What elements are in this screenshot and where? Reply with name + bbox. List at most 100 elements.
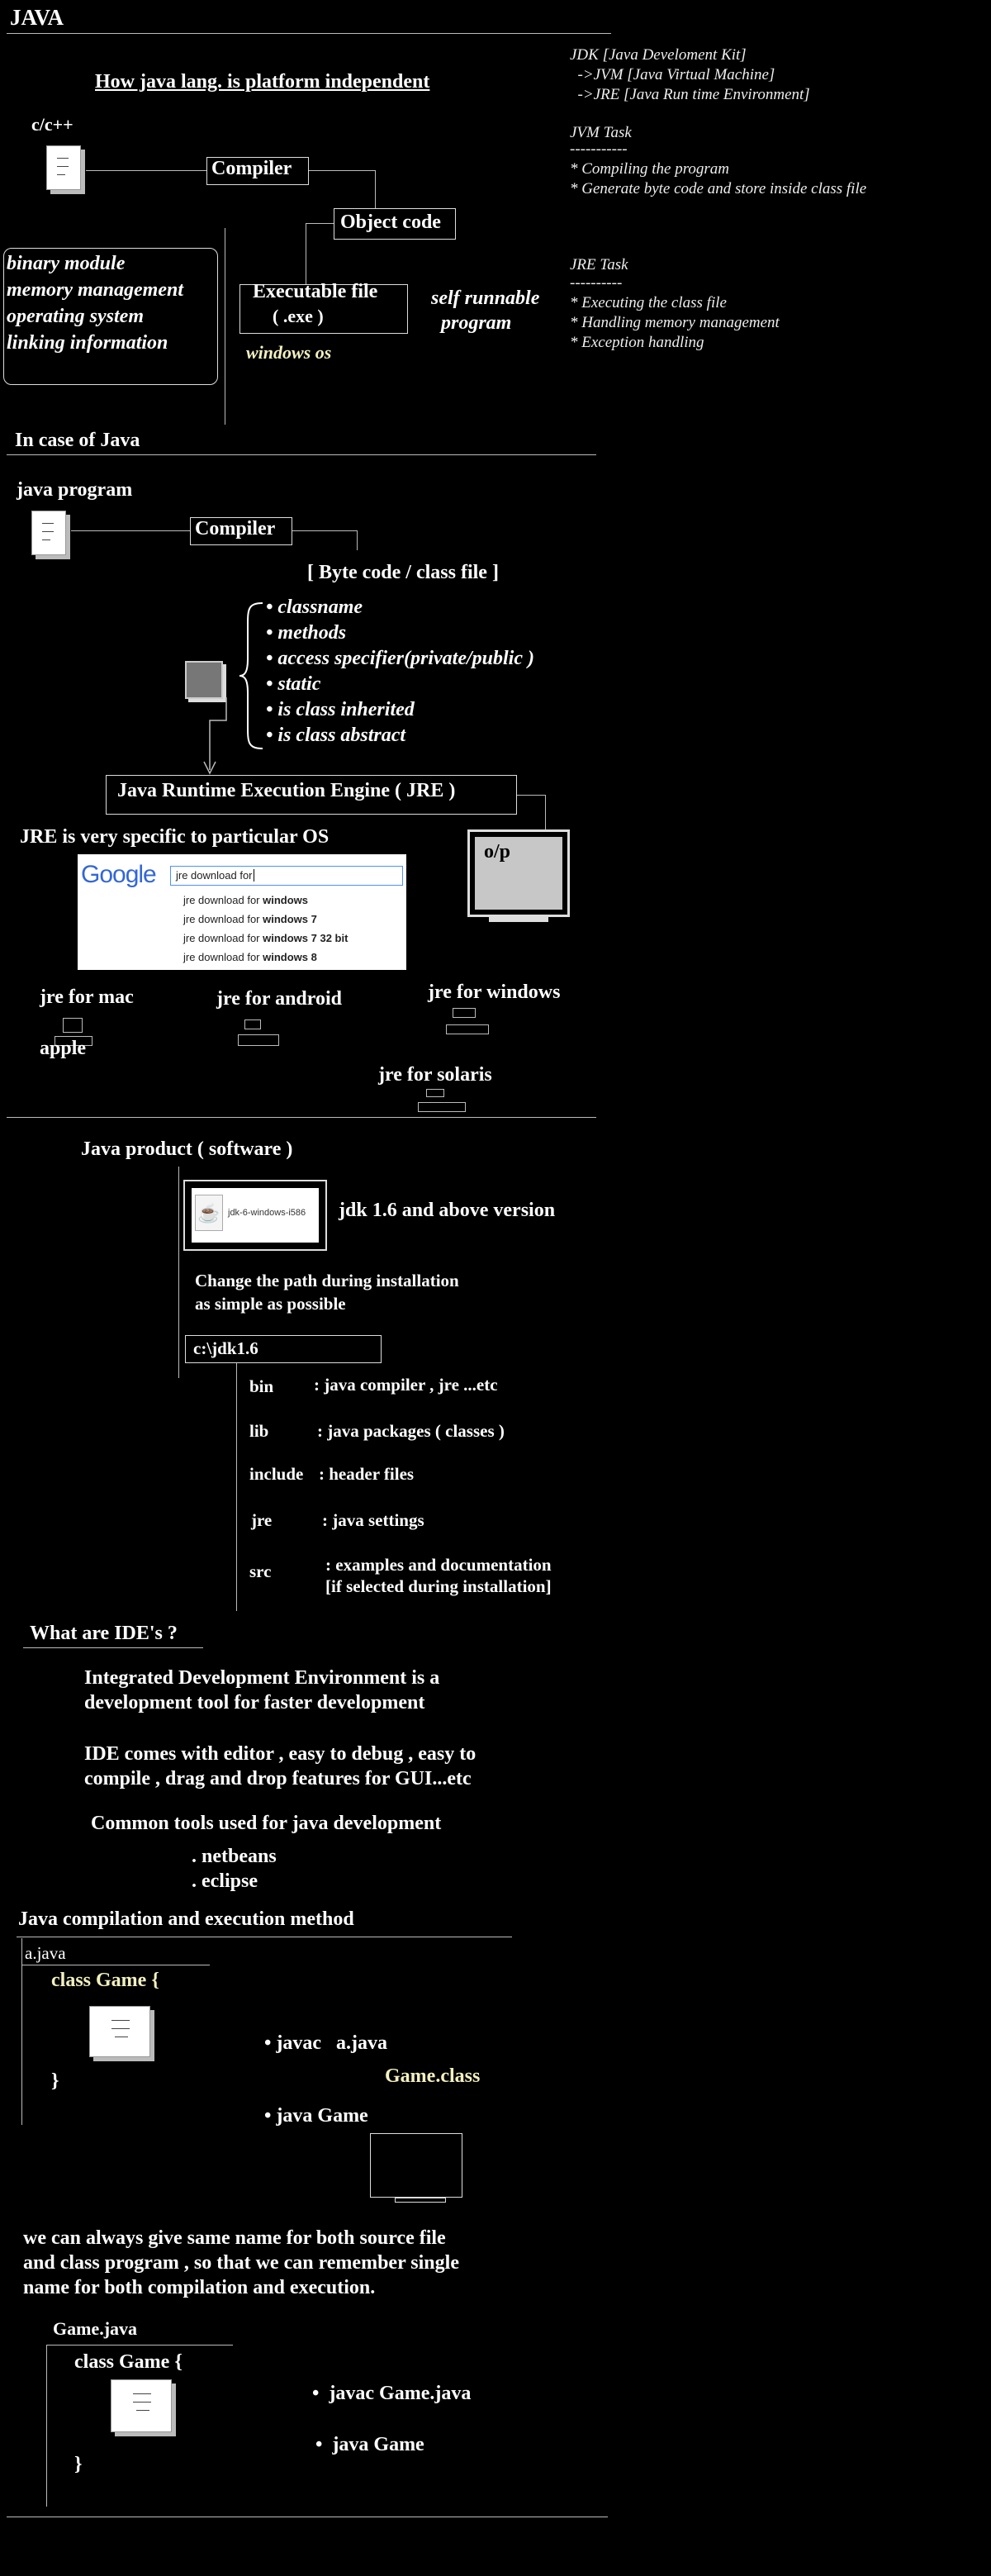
self-runnable-line2: program (441, 312, 512, 334)
folder-desc: : examples and documentation (325, 1555, 552, 1575)
jvm-task-title: JVM Task (570, 124, 632, 141)
folder-name: src (249, 1561, 272, 1581)
section2-title: In case of Java (15, 430, 140, 451)
class-close: } (51, 2070, 59, 2092)
class-declaration: class Game { (51, 1970, 159, 1991)
java-command: • java Game (315, 2434, 424, 2455)
jre-windows-label: jre for windows (428, 981, 561, 1003)
apple-label: apple (40, 1038, 87, 1059)
monitor-icon (370, 2133, 462, 2198)
folder-name: bin (249, 1376, 274, 1396)
section1-title: How java lang. is platform independent (95, 71, 430, 93)
monitor-icon (467, 829, 570, 917)
divider (7, 454, 596, 455)
java-command: • java Game (264, 2105, 368, 2127)
jre-mac-label: jre for mac (40, 986, 134, 1008)
source-file-icon (111, 2379, 172, 2432)
connector (71, 530, 190, 531)
class-info-item: • classname (266, 596, 363, 618)
tool-item: . eclipse (192, 1870, 258, 1892)
class-file-icon (185, 661, 223, 699)
page-title: JAVA (10, 5, 64, 30)
small-screen-icon (426, 1089, 444, 1097)
same-name-note-line1: we can always give same name for both so… (23, 2227, 446, 2249)
tools-title: Common tools used for java development (91, 1813, 442, 1834)
path-note-line1: Change the path during installation (195, 1271, 459, 1290)
suggestion-item[interactable]: jre download for windows 8 (183, 951, 317, 963)
source-file-icon (31, 511, 66, 555)
object-code-label: Object code (340, 211, 441, 233)
javac-command: • javac a.java (264, 2032, 388, 2054)
same-name-note-line3: name for both compilation and execution. (23, 2277, 376, 2298)
connector (545, 795, 546, 829)
class-info-item: • access specifier(private/public ) (266, 648, 534, 669)
folder-desc: : java settings (322, 1510, 424, 1530)
file-frame (21, 1938, 22, 2125)
divider (178, 1167, 179, 1378)
ide-para2-line2: compile , drag and drop features for GUI… (84, 1768, 472, 1789)
installer-name: jdk-6-windows-i586 (228, 1208, 306, 1218)
ide-para1-line2: development tool for faster development (84, 1692, 425, 1713)
suggestion-item[interactable]: jre download for windows (183, 894, 308, 906)
class-info-item: • static (266, 673, 321, 695)
class-output: Game.class (385, 2065, 481, 2087)
divider (7, 1117, 596, 1118)
jdk-note: ->JRE [Java Run time Environment] (570, 86, 810, 103)
exe-content-item: operating system (7, 306, 144, 327)
connector (86, 170, 206, 171)
file-tab: Game.java (53, 2318, 138, 2339)
jre-task-item: * Handling memory management (570, 314, 780, 331)
connector (357, 530, 358, 550)
jre-solaris-label: jre for solaris (378, 1064, 492, 1086)
suggestion-item[interactable]: jre download for windows 7 (183, 913, 317, 925)
small-screen-icon (418, 1102, 466, 1112)
bytecode-label: [ Byte code / class file ] (307, 562, 499, 583)
exe-content-item: binary module (7, 253, 126, 274)
down-arrow (203, 697, 227, 775)
monitor-stand (489, 917, 548, 922)
jre-sep: ---------- (570, 274, 623, 292)
class-info-item: • is class abstract (266, 725, 406, 746)
ide-para2-line1: IDE comes with editor , easy to debug , … (84, 1743, 477, 1765)
folder-name: include (249, 1464, 304, 1484)
jdk-note: ->JVM [Java Virtual Machine] (570, 66, 775, 83)
class-declaration: class Game { (74, 2351, 183, 2373)
same-name-note-line2: and class program , so that we can remem… (23, 2252, 459, 2274)
tool-item: . netbeans (192, 1846, 277, 1867)
connector (517, 795, 545, 796)
suggestion-item[interactable]: jre download for windows 7 32 bit (183, 932, 348, 944)
op-label: o/p (484, 841, 511, 863)
google-search-input[interactable]: jre download for (170, 866, 403, 886)
jre-specific-label: JRE is very specific to particular OS (20, 826, 330, 848)
google-logo: Google (81, 861, 157, 888)
small-screen-icon (238, 1034, 279, 1046)
small-screen-icon (244, 1019, 261, 1029)
path-label: c:\jdk1.6 (193, 1338, 258, 1358)
section5-title: Java compilation and execution method (18, 1908, 354, 1930)
jre-engine-label: Java Runtime Execution Engine ( JRE ) (117, 780, 456, 801)
jvm-task-item: * Generate byte code and store inside cl… (570, 180, 867, 197)
connector (306, 223, 334, 224)
path-note-line2: as simple as possible (195, 1294, 346, 1314)
section3-title: Java product ( software ) (81, 1138, 293, 1160)
folder-desc: : header files (319, 1464, 415, 1484)
exe-label: Executable file (253, 281, 378, 302)
exe-content-item: linking information (7, 332, 168, 354)
connector (375, 170, 376, 208)
section4-title: What are IDE's ? (30, 1623, 178, 1644)
divider (23, 1647, 203, 1648)
exe-ext: ( .exe ) (273, 306, 324, 326)
source-file-icon (46, 145, 81, 190)
compiler-label: Compiler (195, 518, 276, 539)
class-info-item: • methods (266, 622, 347, 644)
src-extra: [if selected during installation] (325, 1576, 552, 1596)
file-frame (46, 2345, 47, 2507)
divider (7, 33, 611, 34)
ide-para1-line1: Integrated Development Environment is a (84, 1667, 440, 1689)
connector (236, 1363, 237, 1611)
file-tab: a.java (25, 1943, 66, 1963)
small-screen-icon (453, 1008, 476, 1018)
jre-task-item: * Executing the class file (570, 294, 727, 311)
monitor-stand (395, 2198, 446, 2203)
jvm-task-item: * Compiling the program (570, 160, 729, 178)
